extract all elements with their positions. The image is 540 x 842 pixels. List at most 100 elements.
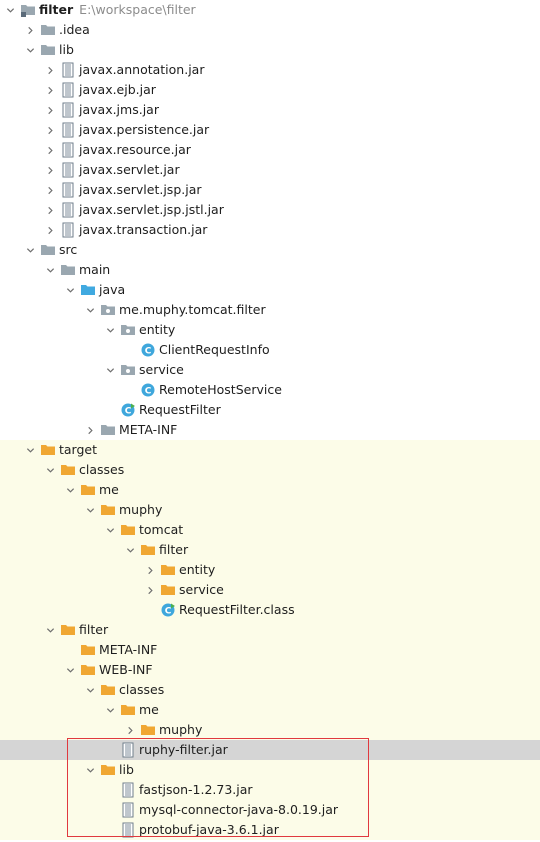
chevron-down-icon[interactable] xyxy=(24,40,36,60)
tree-node-lib[interactable]: lib xyxy=(0,760,540,780)
excluded-folder-icon xyxy=(100,762,116,778)
chevron-right-icon[interactable] xyxy=(144,560,156,580)
tree-node-muphy[interactable]: muphy xyxy=(0,720,540,740)
tree-node-muphy[interactable]: muphy xyxy=(0,500,540,520)
tree-node-me-muphy-tomcat-filter[interactable]: me.muphy.tomcat.filter xyxy=(0,300,540,320)
tree-node-meta-inf[interactable]: META-INF xyxy=(0,640,540,660)
tree-node-javax-jms-jar[interactable]: javax.jms.jar xyxy=(0,100,540,120)
chevron-right-icon[interactable] xyxy=(44,160,56,180)
tree-node-javax-ejb-jar[interactable]: javax.ejb.jar xyxy=(0,80,540,100)
tree-node-service[interactable]: service xyxy=(0,360,540,380)
tree-node-label: mysql-connector-java-8.0.19.jar xyxy=(139,802,339,817)
chevron-down-icon[interactable] xyxy=(64,660,76,680)
chevron-right-icon[interactable] xyxy=(44,60,56,80)
chevron-down-icon[interactable] xyxy=(44,620,56,640)
tree-node-filter[interactable]: filter xyxy=(0,620,540,640)
chevron-down-icon[interactable] xyxy=(64,480,76,500)
chevron-right-icon[interactable] xyxy=(44,140,56,160)
tree-node-idea[interactable]: .idea xyxy=(0,20,540,40)
tree-node-classes[interactable]: classes xyxy=(0,460,540,480)
tree-node-me[interactable]: me xyxy=(0,480,540,500)
tree-node-javax-resource-jar[interactable]: javax.resource.jar xyxy=(0,140,540,160)
chevron-right-icon[interactable] xyxy=(24,20,36,40)
tree-node-javax-annotation-jar[interactable]: javax.annotation.jar xyxy=(0,60,540,80)
project-tree[interactable]: filter E:\workspace\filter .idea lib javax.a… xyxy=(0,0,540,842)
tree-node-remotehostservice[interactable]: C RemoteHostService xyxy=(0,380,540,400)
tree-node-tomcat[interactable]: tomcat xyxy=(0,520,540,540)
chevron-right-icon[interactable] xyxy=(84,420,96,440)
tree-node-entity[interactable]: entity xyxy=(0,320,540,340)
tree-node-javax-transaction-jar[interactable]: javax.transaction.jar xyxy=(0,220,540,240)
tree-node-requestfilter[interactable]: C RequestFilter xyxy=(0,400,540,420)
chevron-down-icon[interactable] xyxy=(44,260,56,280)
jar-icon xyxy=(60,202,76,218)
chevron-down-icon[interactable] xyxy=(84,680,96,700)
tree-node-java[interactable]: java xyxy=(0,280,540,300)
chevron-down-icon[interactable] xyxy=(124,540,136,560)
tree-node-label: classes xyxy=(79,462,125,477)
jar-icon xyxy=(60,162,76,178)
tree-node-label: muphy xyxy=(119,502,163,517)
jar-icon xyxy=(60,182,76,198)
tree-node-javax-servlet-jsp-jstl-jar[interactable]: javax.servlet.jsp.jstl.jar xyxy=(0,200,540,220)
tree-node-web-inf[interactable]: WEB-INF xyxy=(0,660,540,680)
tree-node-label: ClientRequestInfo xyxy=(159,342,270,357)
chevron-down-icon[interactable] xyxy=(4,0,16,20)
jar-icon xyxy=(120,742,136,758)
chevron-down-icon[interactable] xyxy=(104,320,116,340)
chevron-down-icon[interactable] xyxy=(104,700,116,720)
tree-node-label: entity xyxy=(139,322,176,337)
chevron-down-icon[interactable] xyxy=(24,440,36,460)
chevron-right-icon[interactable] xyxy=(44,200,56,220)
tree-node-classes[interactable]: classes xyxy=(0,680,540,700)
chevron-right-icon[interactable] xyxy=(44,120,56,140)
tree-node-clientrequestinfo[interactable]: C ClientRequestInfo xyxy=(0,340,540,360)
excluded-folder-icon xyxy=(140,542,156,558)
tree-node-me[interactable]: me xyxy=(0,700,540,720)
tree-node-label: filter xyxy=(39,2,74,17)
excluded-folder-icon xyxy=(140,722,156,738)
tree-node-filter[interactable]: filter xyxy=(0,540,540,560)
tree-node-label: lib xyxy=(119,762,134,777)
chevron-down-icon[interactable] xyxy=(24,240,36,260)
tree-node-filter[interactable]: filter E:\workspace\filter xyxy=(0,0,540,20)
chevron-down-icon[interactable] xyxy=(44,460,56,480)
tree-node-fastjson-1-2-73-jar[interactable]: fastjson-1.2.73.jar xyxy=(0,780,540,800)
tree-node-src[interactable]: src xyxy=(0,240,540,260)
tree-node-mysql-connector-java-8-0-19-jar[interactable]: mysql-connector-java-8.0.19.jar xyxy=(0,800,540,820)
tree-node-label: tomcat xyxy=(139,522,184,537)
chevron-down-icon[interactable] xyxy=(64,280,76,300)
chevron-right-icon[interactable] xyxy=(44,180,56,200)
tree-node-protobuf-java-3-6-1-jar[interactable]: protobuf-java-3.6.1.jar xyxy=(0,820,540,840)
chevron-right-icon[interactable] xyxy=(44,80,56,100)
tree-node-target[interactable]: target xyxy=(0,440,540,460)
chevron-right-icon[interactable] xyxy=(44,220,56,240)
chevron-down-icon[interactable] xyxy=(84,300,96,320)
chevron-right-icon[interactable] xyxy=(144,580,156,600)
tree-node-label: javax.jms.jar xyxy=(79,102,159,117)
svg-text:C: C xyxy=(145,347,152,357)
tree-node-javax-persistence-jar[interactable]: javax.persistence.jar xyxy=(0,120,540,140)
excluded-folder-icon xyxy=(100,682,116,698)
chevron-right-icon[interactable] xyxy=(124,720,136,740)
tree-node-javax-servlet-jar[interactable]: javax.servlet.jar xyxy=(0,160,540,180)
tree-node-meta-inf[interactable]: META-INF xyxy=(0,420,540,440)
java-class-icon: C xyxy=(140,382,156,398)
tree-node-label: me.muphy.tomcat.filter xyxy=(119,302,266,317)
excluded-folder-icon xyxy=(60,622,76,638)
tree-node-lib[interactable]: lib xyxy=(0,40,540,60)
tree-node-label: entity xyxy=(179,562,216,577)
chevron-right-icon[interactable] xyxy=(44,100,56,120)
jar-icon xyxy=(60,222,76,238)
folder-icon xyxy=(100,422,116,438)
chevron-down-icon[interactable] xyxy=(104,360,116,380)
tree-node-requestfilter-class[interactable]: C RequestFilter.class xyxy=(0,600,540,620)
chevron-down-icon[interactable] xyxy=(104,520,116,540)
tree-node-javax-servlet-jsp-jar[interactable]: javax.servlet.jsp.jar xyxy=(0,180,540,200)
tree-node-service[interactable]: service xyxy=(0,580,540,600)
tree-node-entity[interactable]: entity xyxy=(0,560,540,580)
chevron-down-icon[interactable] xyxy=(84,500,96,520)
tree-node-ruphy-filter-jar[interactable]: ruphy-filter.jar xyxy=(0,740,540,760)
chevron-down-icon[interactable] xyxy=(84,760,96,780)
tree-node-main[interactable]: main xyxy=(0,260,540,280)
